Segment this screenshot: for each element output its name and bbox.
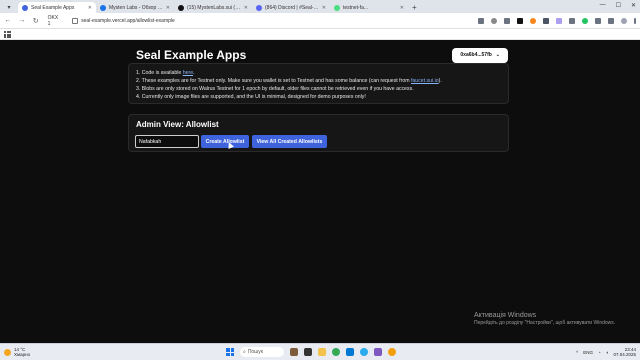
profile-avatar-icon[interactable] xyxy=(621,17,627,24)
sidebar-icon[interactable] xyxy=(595,17,601,24)
page-content: Seal Example Apps 0xa6b4...57fb ⌄ 1. Cod… xyxy=(0,40,640,343)
bookmarks-bar xyxy=(0,29,640,40)
tab-close-icon[interactable]: ✕ xyxy=(400,5,404,11)
tab-favicon-icon xyxy=(100,4,106,11)
reload-icon[interactable]: ↻ xyxy=(32,17,40,25)
chrome-icon[interactable] xyxy=(332,348,340,356)
address-bar[interactable]: seal-example.vercel.app/allowlist-exampl… xyxy=(68,15,472,26)
tab-favicon-icon xyxy=(178,4,184,11)
back-icon[interactable]: ← xyxy=(4,17,12,24)
wallet-connect-button[interactable]: 0xa6b4...57fb ⌄ xyxy=(452,47,508,63)
info-line-2: 2. These examples are for Testnet only. … xyxy=(136,78,442,84)
extension-puzzle-icon[interactable] xyxy=(569,17,575,24)
view-allowlists-button[interactable]: View All Created Allowlists xyxy=(252,135,327,148)
volume-icon[interactable]: ◖ xyxy=(606,350,609,355)
browser-tab[interactable]: Seal Example Apps ✕ xyxy=(18,2,96,13)
windows-activation-watermark: Активація Windows Перейдіть до розділу "… xyxy=(474,312,615,326)
extension-phantom-icon[interactable] xyxy=(556,17,562,24)
app-header: Seal Example Apps 0xa6b4...57fb ⌄ xyxy=(136,45,508,65)
taskbar-center: ⌕ Пошук xyxy=(226,347,396,357)
task-view-icon[interactable] xyxy=(304,348,312,356)
info-line-3: 3. Blobs are only stored on Walrus Testn… xyxy=(136,86,414,92)
tab-favicon-icon xyxy=(22,4,28,11)
close-window-icon[interactable]: ✕ xyxy=(631,2,636,9)
app-icon-3[interactable] xyxy=(374,348,382,356)
wallet-address: 0xa6b4...57fb xyxy=(460,52,492,58)
tab-close-icon[interactable]: ✕ xyxy=(88,5,92,11)
forward-icon[interactable]: → xyxy=(18,17,26,24)
info-line-1: 1. Code is available here. xyxy=(136,70,195,76)
start-icon[interactable] xyxy=(226,348,234,356)
extension-okx-icon[interactable] xyxy=(517,17,523,24)
weather-sun-icon xyxy=(4,348,11,356)
tab-favicon-icon xyxy=(334,4,340,11)
info-card: 1. Code is available here. 2. These exam… xyxy=(128,63,509,104)
extension-green-icon[interactable] xyxy=(582,17,588,24)
language-indicator[interactable]: ENG xyxy=(583,350,593,355)
weather-widget[interactable]: 14 °C Хмарно xyxy=(4,347,30,357)
watermark-subtitle: Перейдіть до розділу "Настройки", щоб ак… xyxy=(474,320,616,326)
extension-wallet-icon[interactable] xyxy=(543,17,549,24)
windows-taskbar: 14 °C Хмарно ⌕ Пошук ^ ENG ◔ ◖ 23:44 07.… xyxy=(0,343,640,360)
tab-title: Mysten Labs - Обзор инвести... xyxy=(109,4,163,11)
info-line-4: 4. Currently only image files are suppor… xyxy=(136,94,366,100)
code-link[interactable]: here xyxy=(183,70,193,76)
faucet-link[interactable]: faucet.sui.io xyxy=(411,78,439,84)
menu-kebab-icon[interactable] xyxy=(634,17,636,24)
tab-search-icon[interactable]: ▾ xyxy=(4,2,14,12)
app-title: Seal Example Apps xyxy=(136,48,247,62)
create-allowlist-button[interactable]: Create Allowlist xyxy=(201,135,249,148)
tab-close-icon[interactable]: ✕ xyxy=(244,5,248,11)
okx-profile-label[interactable]: OKX 1 xyxy=(48,15,63,27)
taskbar-search[interactable]: ⌕ Пошук xyxy=(240,347,284,357)
admin-card: Admin View: Allowlist Create Allowlist V… xyxy=(128,114,509,152)
browser-tabstrip: ▾ Seal Example Apps ✕ Mysten Labs - Обзор … xyxy=(0,0,640,13)
tab-close-icon[interactable]: ✕ xyxy=(322,5,326,11)
tab-close-icon[interactable]: ✕ xyxy=(166,5,170,11)
url-text[interactable]: seal-example.vercel.app/allowlist-exampl… xyxy=(81,18,175,24)
watermark-title: Активація Windows xyxy=(474,312,537,319)
clock-date: 07.04.2025 xyxy=(613,352,636,357)
store-icon[interactable] xyxy=(346,348,354,356)
file-explorer-icon[interactable] xyxy=(318,348,326,356)
browser-tab[interactable]: Mysten Labs - Обзор инвести...✕ xyxy=(96,2,174,13)
taskbar-clock[interactable]: 23:44 07.04.2025 xyxy=(613,347,636,357)
tab-title: (864) Discord | #Seal-testn... xyxy=(265,4,319,11)
maximize-icon[interactable]: ☐ xyxy=(616,2,621,9)
chevron-down-icon: ⌄ xyxy=(495,52,500,58)
browser-tab[interactable]: (15) MystenLabs.sui (@Mysten...✕ xyxy=(174,2,252,13)
search-icon: ⌕ xyxy=(243,349,246,355)
app-icon-2[interactable] xyxy=(360,348,368,356)
site-info-icon[interactable] xyxy=(72,17,79,24)
system-tray: ^ ENG ◔ ◖ 23:44 07.04.2025 xyxy=(576,347,636,357)
extension-metamask-icon[interactable] xyxy=(530,17,536,24)
taskbar-search-placeholder: Пошук xyxy=(247,349,263,355)
new-tab-icon[interactable]: + xyxy=(412,3,417,12)
browser-tab[interactable]: testnet-fa... ✕ xyxy=(330,2,408,13)
minimize-icon[interactable]: — xyxy=(600,2,606,9)
allowlist-name-input[interactable] xyxy=(135,135,199,148)
downloads-icon[interactable] xyxy=(608,17,614,24)
translate-icon[interactable] xyxy=(478,17,484,24)
extension-icons xyxy=(478,17,636,24)
browser-tab[interactable]: (864) Discord | #Seal-testn...✕ xyxy=(252,2,330,13)
tab-title: Seal Example Apps xyxy=(31,4,75,11)
app-icon-4[interactable] xyxy=(388,348,396,356)
tray-chevron-icon[interactable]: ^ xyxy=(576,350,578,355)
bookmark-star-icon[interactable] xyxy=(491,17,497,24)
weather-desc: Хмарно xyxy=(14,352,31,357)
tab-favicon-icon xyxy=(256,4,262,11)
wifi-icon[interactable]: ◔ xyxy=(598,350,601,355)
admin-title: Admin View: Allowlist xyxy=(136,120,219,129)
taskbar-app-icon[interactable] xyxy=(290,348,298,356)
browser-toolbar: ← → ↻ OKX 1 seal-example.vercel.app/allo… xyxy=(0,13,640,29)
window-controls: — ☐ ✕ xyxy=(600,2,636,9)
tab-title: (15) MystenLabs.sui (@Mysten... xyxy=(187,4,241,11)
cast-icon[interactable] xyxy=(504,17,510,24)
apps-grid-icon[interactable] xyxy=(4,31,11,38)
tab-title: testnet-fa... xyxy=(343,4,369,11)
